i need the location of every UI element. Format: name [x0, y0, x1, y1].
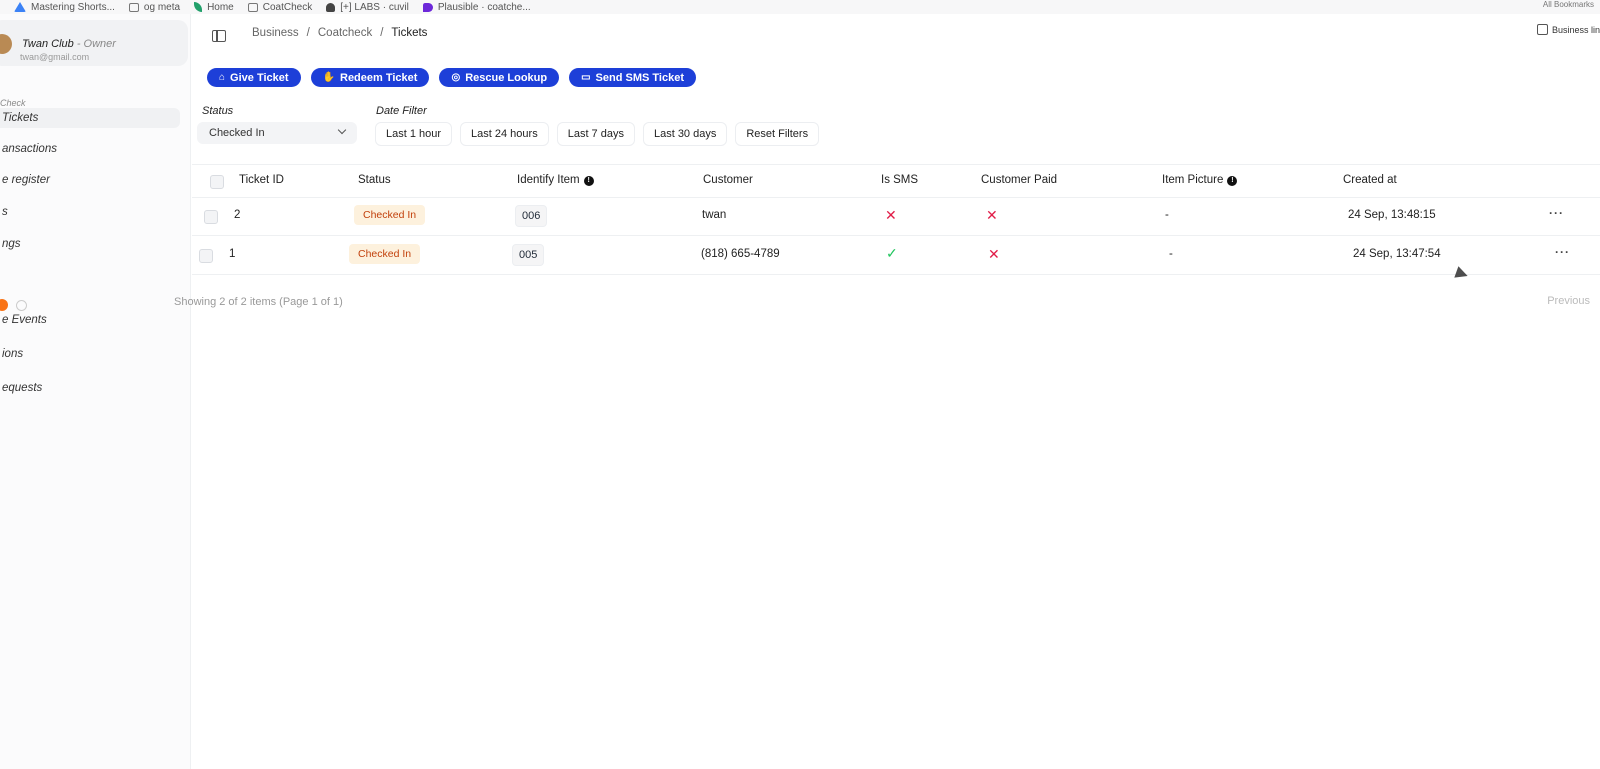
redeem-ticket-button[interactable]: ✋ Redeem Ticket [310, 68, 430, 87]
select-all-checkbox[interactable] [210, 175, 224, 189]
customer-phone: (818) 665-4789 [701, 248, 780, 260]
created-at: 24 Sep, 13:47:54 [1353, 248, 1441, 260]
table-header: Ticket ID Status Identify Item! Customer… [192, 164, 1600, 198]
status-badge: Checked In [349, 244, 421, 264]
bookmark-home[interactable]: Home [194, 2, 234, 13]
breadcrumb: Business / Coatcheck / Tickets [252, 27, 427, 39]
rescue-lookup-button[interactable]: ◎ Rescue Lookup [439, 68, 560, 87]
column-is-sms[interactable]: Is SMS [881, 174, 918, 186]
table-row[interactable]: 2 Checked In 006 twan ✕ ✕ - 24 Sep, 13:4… [192, 197, 1600, 236]
status-badge: Checked In [354, 205, 426, 225]
sidebar-item-events[interactable]: e Events [0, 310, 55, 330]
check-icon: ✓ [886, 245, 898, 261]
created-at: 24 Sep, 13:48:15 [1348, 209, 1436, 221]
send-sms-ticket-button[interactable]: ▭ Send SMS Ticket [569, 68, 696, 87]
plausible-icon [422, 2, 433, 12]
info-icon[interactable]: ! [1227, 176, 1238, 186]
column-customer-paid[interactable]: Customer Paid [981, 174, 1057, 186]
bookmark-plausible[interactable]: Plausible · coatche... [422, 2, 531, 13]
folder-icon [247, 2, 258, 12]
profile-card[interactable]: Twan Club - Owner twan@gmail.com [0, 20, 188, 66]
x-icon: ✕ [986, 207, 998, 223]
more-actions-icon[interactable]: ··· [1555, 245, 1570, 259]
bookmark-labs[interactable]: [+] LABS · cuvil [326, 2, 409, 13]
column-item-picture[interactable]: Item Picture! [1162, 174, 1238, 186]
filter-last-7-days[interactable]: Last 7 days [556, 122, 635, 146]
pagination-summary: Showing 2 of 2 items (Page 1 of 1) [174, 296, 343, 308]
sidebar-item-register[interactable]: e register [0, 170, 58, 190]
bookmark-og-meta[interactable]: og meta [128, 2, 180, 13]
hanger-icon: ⌂ [219, 72, 226, 83]
x-icon: ✕ [885, 207, 897, 223]
info-icon[interactable]: ! [583, 176, 594, 186]
sidebar-item-tickets[interactable]: Tickets [0, 108, 180, 128]
drive-icon [14, 2, 26, 12]
sidebar-section-label: Check [0, 98, 26, 108]
lifebuoy-icon: ◎ [451, 72, 461, 83]
x-icon: ✕ [988, 246, 1000, 262]
status-select[interactable]: Checked In [197, 122, 357, 144]
ticket-id: 1 [229, 248, 236, 260]
date-filter-label: Date Filter [376, 105, 427, 117]
filter-last-30-days[interactable]: Last 30 days [642, 122, 728, 146]
hand-icon: ✋ [322, 72, 335, 83]
profile-email: twan@gmail.com [20, 52, 90, 62]
bookmark-mastering-shorts[interactable]: Mastering Shorts... [14, 2, 115, 13]
reset-filters-button[interactable]: Reset Filters [735, 122, 820, 146]
sidebar: Twan Club - Owner twan@gmail.com Check T… [0, 14, 191, 769]
give-ticket-button[interactable]: ⌂ Give Ticket [207, 68, 301, 87]
bookmarks-bar: Mastering Shorts... og meta Home CoatChe… [0, 0, 1600, 14]
page-icon [128, 2, 139, 12]
sidebar-item-settings[interactable]: ngs [0, 234, 29, 254]
identify-item-tag: 005 [512, 244, 545, 266]
copy-icon [1536, 24, 1548, 35]
avatar [0, 34, 12, 54]
chevron-down-icon [337, 125, 347, 135]
action-bar: ⌂ Give Ticket ✋ Redeem Ticket ◎ Rescue Look… [207, 68, 696, 87]
status-filter-label: Status [202, 105, 234, 117]
sidebar-toggle-icon[interactable] [212, 30, 226, 42]
row-checkbox[interactable] [204, 210, 218, 224]
message-icon: ▭ [581, 72, 591, 83]
sidebar-item-transactions[interactable]: ansactions [0, 139, 65, 159]
breadcrumb-business[interactable]: Business [252, 27, 299, 39]
leaf-icon [194, 2, 203, 12]
item-picture: - [1169, 248, 1173, 260]
more-actions-icon[interactable]: ··· [1549, 206, 1564, 220]
column-identify-item[interactable]: Identify Item! [517, 174, 594, 186]
breadcrumb-separator: / [306, 27, 310, 39]
previous-page-button[interactable]: Previous [1547, 295, 1590, 307]
ticket-id: 2 [234, 209, 241, 221]
filter-last-1-hour[interactable]: Last 1 hour [375, 122, 453, 146]
profile-name: Twan Club - Owner [22, 38, 116, 50]
item-picture: - [1165, 209, 1169, 221]
column-status[interactable]: Status [358, 174, 391, 186]
bookmark-coatcheck[interactable]: CoatCheck [247, 2, 312, 13]
row-checkbox[interactable] [199, 249, 213, 263]
breadcrumb-tickets: Tickets [391, 27, 428, 39]
sidebar-item-3[interactable]: s [0, 202, 16, 222]
sidebar-item-options[interactable]: ions [0, 344, 31, 364]
customer-name: twan [702, 209, 727, 221]
column-created-at[interactable]: Created at [1343, 174, 1397, 186]
sidebar-item-requests[interactable]: equests [0, 378, 50, 398]
main-content: Business / Coatcheck / Tickets Business … [174, 14, 1600, 769]
business-link-button[interactable]: Business lin [1536, 24, 1600, 35]
table-row[interactable]: 1 Checked In 005 (818) 665-4789 ✓ ✕ - 24… [192, 236, 1600, 275]
breadcrumb-coatcheck[interactable]: Coatcheck [318, 27, 372, 39]
user-icon [326, 2, 336, 12]
column-ticket-id[interactable]: Ticket ID [239, 174, 284, 186]
filter-last-24-hours[interactable]: Last 24 hours [460, 122, 549, 146]
column-customer[interactable]: Customer [703, 174, 753, 186]
breadcrumb-separator: / [380, 27, 384, 39]
all-bookmarks[interactable]: All Bookmarks [1543, 0, 1594, 9]
identify-item-tag: 006 [515, 205, 548, 227]
date-filter-group: Last 1 hour Last 24 hours Last 7 days La… [375, 122, 820, 146]
